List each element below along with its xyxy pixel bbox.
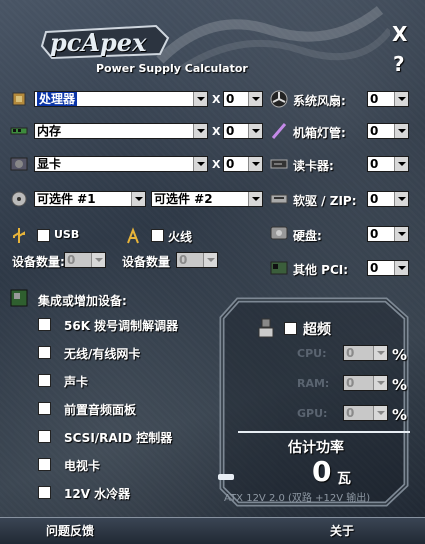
firewire-icon xyxy=(127,227,139,244)
optional-component-2-select[interactable]: 可选件 #2 xyxy=(151,191,263,207)
pci-card-icon xyxy=(270,261,288,275)
firewire-device-count-select: 0 xyxy=(176,252,218,268)
integrated-item-checkbox-modem[interactable] xyxy=(38,318,51,331)
optional-component-1-select[interactable]: 可选件 #1 xyxy=(34,191,146,207)
memory-icon xyxy=(10,127,28,135)
graphics-card-icon xyxy=(10,157,28,171)
memory-quantity-select[interactable]: 0 xyxy=(223,123,263,139)
help-button[interactable]: ? xyxy=(393,52,405,76)
system-fans-select[interactable]: 0 xyxy=(367,91,409,107)
psu-calculator-window: pcApex Power Supply Calculator X ? 处理器 X… xyxy=(0,0,425,544)
card-reader-label: 读卡器: xyxy=(293,159,334,173)
integrated-item-checkbox-network[interactable] xyxy=(38,346,51,359)
integrated-item-checkbox-front-audio[interactable] xyxy=(38,402,51,415)
cpu-select[interactable]: 处理器 xyxy=(34,91,208,107)
logo-subtitle: Power Supply Calculator xyxy=(96,62,248,75)
floppy-drive-icon xyxy=(270,194,288,204)
overclock-gpu-select: 0 xyxy=(343,405,388,421)
integrated-item-label-sound: 声卡 xyxy=(64,375,89,389)
cold-cathode-icon xyxy=(271,123,287,139)
cpu-icon xyxy=(12,92,26,106)
overclock-gpu-label: GPU: xyxy=(297,407,328,420)
overclock-ram-label: RAM: xyxy=(297,377,330,390)
other-pci-label: 其他 PCI: xyxy=(293,263,349,277)
gpu-multiply-label: X xyxy=(212,158,221,171)
integrated-item-label-water-cooler: 12V 水冷器 xyxy=(64,487,131,501)
integrated-item-checkbox-tv[interactable] xyxy=(38,458,51,471)
overclock-cpu-percent: % xyxy=(392,346,408,364)
usb-icon xyxy=(13,228,25,243)
estimated-power-unit: 瓦 xyxy=(337,471,351,487)
usb-device-count-select: 0 xyxy=(64,252,106,268)
overclock-label: 超频 xyxy=(303,322,331,338)
cold-cathode-label: 机箱灯管: xyxy=(293,126,346,140)
cpu-quantity-select[interactable]: 0 xyxy=(223,91,263,107)
cold-cathode-select[interactable]: 0 xyxy=(367,123,409,139)
gpu-select[interactable]: 显卡 xyxy=(34,156,208,172)
card-reader-select[interactable]: 0 xyxy=(367,156,409,172)
logo: pcApex xyxy=(38,24,178,64)
other-pci-select[interactable]: 0 xyxy=(367,260,409,276)
integrated-item-checkbox-sound[interactable] xyxy=(38,374,51,387)
fan-icon xyxy=(270,90,288,108)
integrated-item-label-modem: 56K 拨号调制解调器 xyxy=(64,319,179,333)
overclock-icon xyxy=(258,318,274,338)
overclock-cpu-select: 0 xyxy=(343,345,388,361)
firewire-label: 火线 xyxy=(168,230,193,244)
hard-disk-label: 硬盘: xyxy=(293,229,322,243)
feedback-link[interactable]: 问题反馈 xyxy=(46,522,94,539)
hard-disk-select[interactable]: 0 xyxy=(367,226,409,242)
logo-brand: pcApex xyxy=(50,28,147,57)
overclock-ram-select: 0 xyxy=(343,375,388,391)
card-reader-icon xyxy=(270,159,288,169)
cpu-multiply-label: X xyxy=(212,93,221,106)
integrated-item-label-network: 无线/有线网卡 xyxy=(64,347,141,361)
close-button[interactable]: X xyxy=(392,22,407,46)
overclock-gpu-percent: % xyxy=(392,406,408,424)
overclock-checkbox[interactable] xyxy=(284,322,297,335)
integrated-item-label-front-audio: 前置音频面板 xyxy=(64,403,137,417)
floppy-zip-label: 软驱 / ZIP: xyxy=(293,194,357,208)
gpu-quantity-select[interactable]: 0 xyxy=(223,156,263,172)
overclock-cpu-label: CPU: xyxy=(297,347,327,360)
integrated-item-label-tv: 电视卡 xyxy=(64,459,101,473)
integrated-item-checkbox-raid[interactable] xyxy=(38,430,51,443)
usb-device-count-label: 设备数量: xyxy=(12,255,65,269)
integrated-item-label-raid: SCSI/RAID 控制器 xyxy=(64,431,173,445)
usb-label: USB xyxy=(54,228,80,241)
estimated-power-value: 0 xyxy=(312,455,332,488)
estimated-power-title: 估计功率 xyxy=(288,440,344,456)
header-decoration xyxy=(156,6,390,70)
floppy-zip-select[interactable]: 0 xyxy=(367,191,409,207)
result-panel-slot xyxy=(218,474,234,480)
overclock-ram-percent: % xyxy=(392,376,408,394)
integrated-item-checkbox-water-cooler[interactable] xyxy=(38,486,51,499)
usb-checkbox[interactable] xyxy=(37,229,50,242)
memory-select[interactable]: 内存 xyxy=(34,123,208,139)
memory-multiply-label: X xyxy=(212,125,221,138)
firewire-device-count-label: 设备数量 xyxy=(122,255,171,269)
psu-standard-note: ATX 12V 2.0 (双路 +12V 输出) xyxy=(224,493,371,504)
firewire-checkbox[interactable] xyxy=(151,229,164,242)
motherboard-icon xyxy=(10,289,28,307)
hard-disk-icon xyxy=(270,226,288,240)
about-link[interactable]: 关于 xyxy=(330,522,354,539)
integrated-devices-title: 集成或增加设备: xyxy=(38,294,127,308)
result-divider xyxy=(238,431,410,433)
system-fans-label: 系统风扇: xyxy=(293,94,346,108)
optical-drive-icon xyxy=(11,191,27,207)
